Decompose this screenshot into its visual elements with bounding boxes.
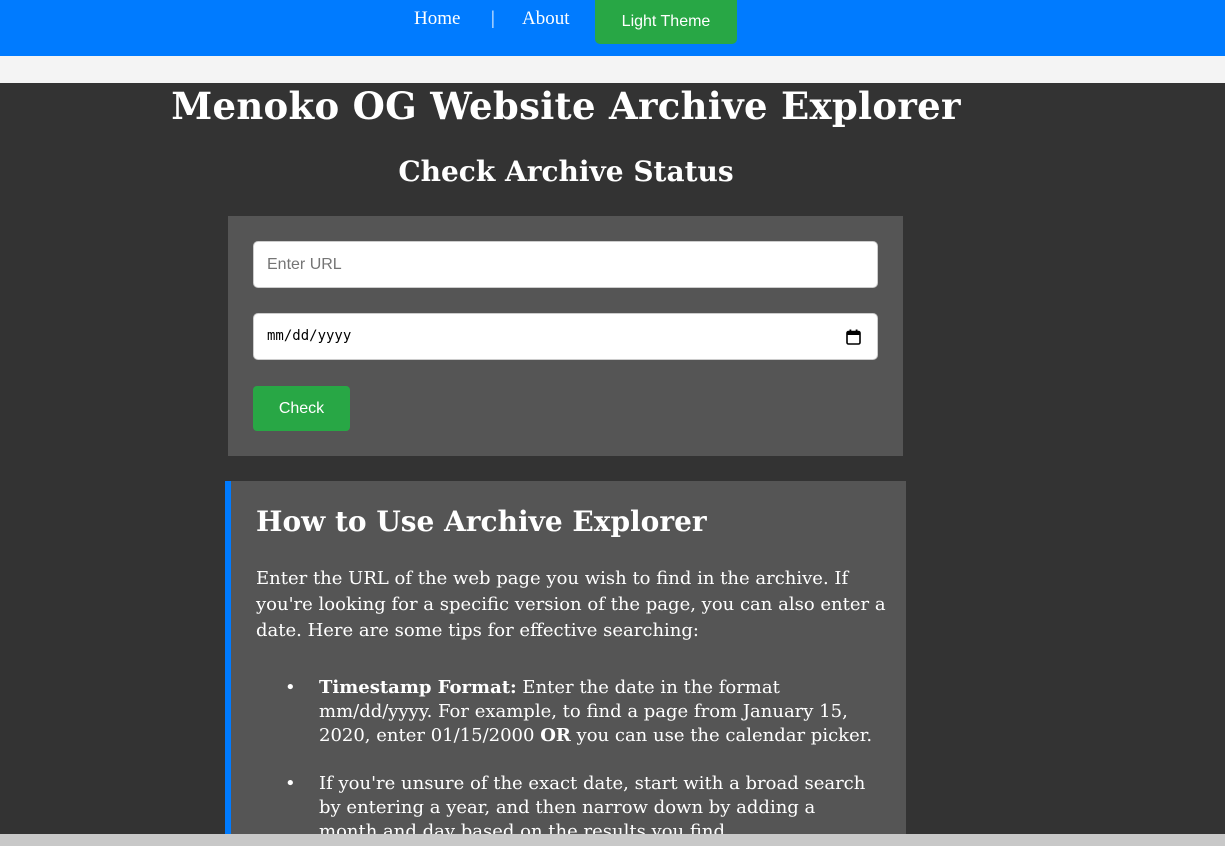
header-gap-band [0,56,1225,83]
top-navbar: Home | About Light Theme [0,0,1225,56]
date-input-placeholder: mm/dd/yyyy [267,328,352,344]
page-title: Menoko OG Website Archive Explorer [171,84,961,128]
url-input[interactable] [253,241,878,288]
list-item: If you're unsure of the exact date, star… [256,772,876,841]
section-title: Check Archive Status [398,155,734,188]
how-to-use-panel: How to Use Archive Explorer Enter the UR… [225,481,906,841]
tip-text: you can use the calendar picker. [570,725,873,746]
info-title: How to Use Archive Explorer [256,505,707,538]
check-button[interactable]: Check [253,386,350,431]
tip-emphasis: OR [540,725,571,746]
nav-separator: | [491,8,495,29]
date-input[interactable]: mm/dd/yyyy [253,313,878,360]
archive-check-form: mm/dd/yyyy Check [228,216,903,456]
list-item: Timestamp Format: Enter the date in the … [256,676,876,748]
calendar-icon[interactable] [846,329,861,345]
tip-label: Timestamp Format: [319,677,517,698]
nav-about-link[interactable]: About [522,8,570,30]
tip-text: If you're unsure of the exact date, star… [319,773,866,841]
tips-list: Timestamp Format: Enter the date in the … [256,676,896,841]
light-theme-button[interactable]: Light Theme [595,0,737,44]
info-paragraph: Enter the URL of the web page you wish t… [256,568,886,641]
nav-home-link[interactable]: Home [414,8,460,30]
horizontal-scrollbar[interactable] [0,834,1225,846]
